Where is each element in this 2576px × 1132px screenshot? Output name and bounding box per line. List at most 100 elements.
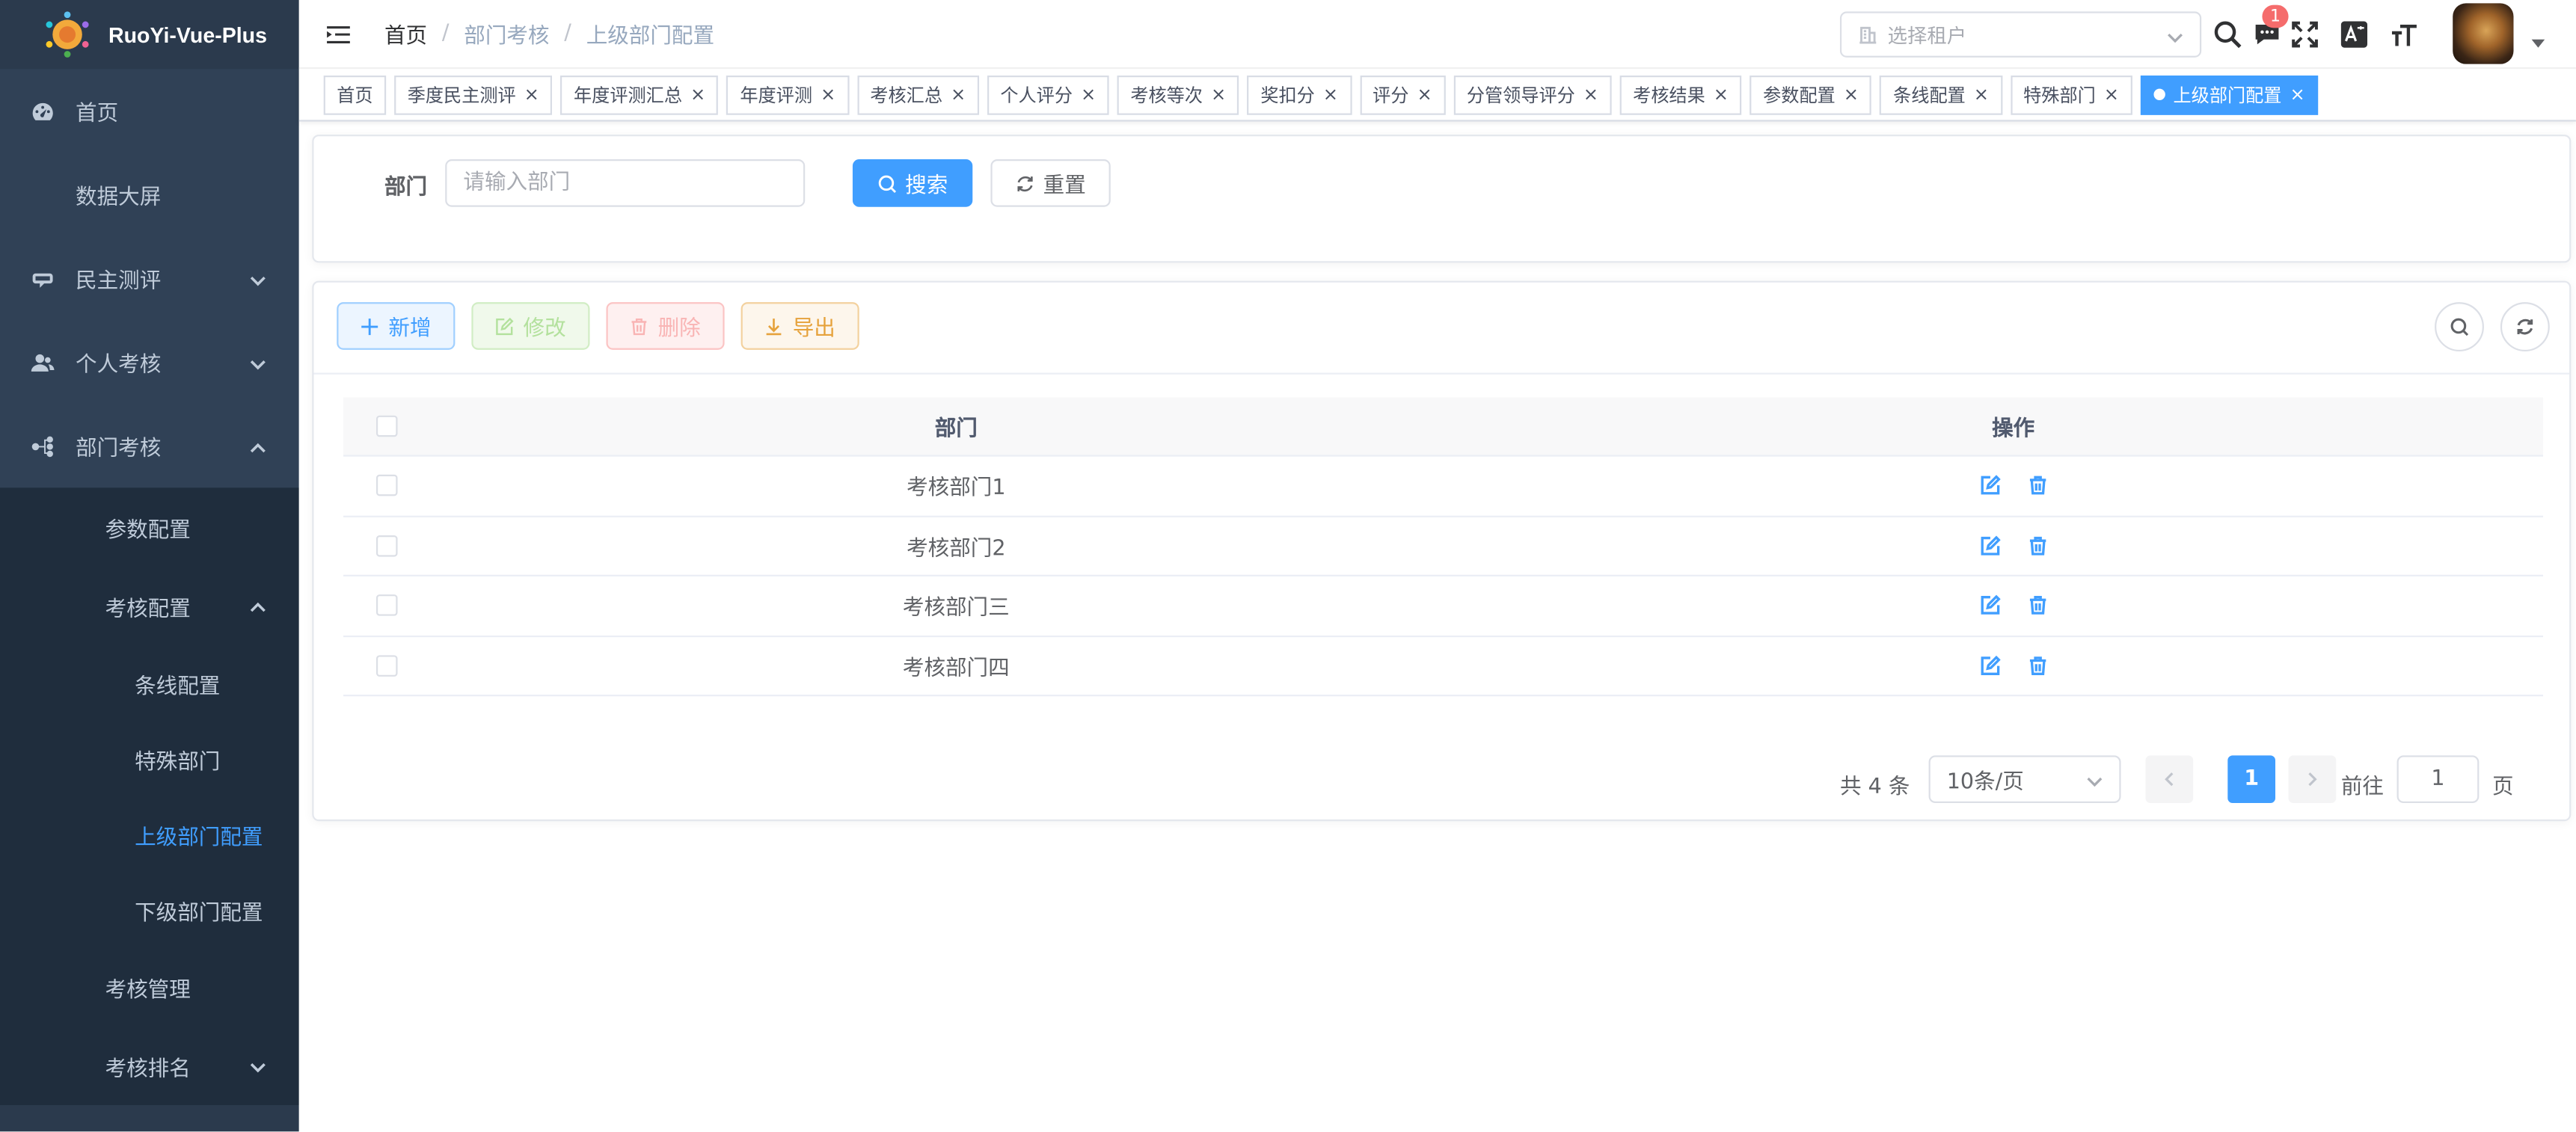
close-icon[interactable]: × [690,84,705,105]
font-size-icon[interactable] [2389,18,2422,51]
tag-item[interactable]: 首页 [323,74,387,114]
chevron-down-icon [2167,28,2183,44]
sidebar-item-label: 首页 [76,102,119,127]
dept-search-input[interactable] [445,159,806,207]
trash-icon[interactable] [2024,532,2050,559]
tag-item[interactable]: 评分 × [1359,74,1446,114]
search-button[interactable]: 搜索 [852,159,973,207]
sidebar-item-personal[interactable]: 个人考核 [0,320,299,404]
tag-item[interactable]: 年度评测 × [726,74,849,114]
row-select-cell [343,594,429,617]
page-size-value: 10条/页 [1946,770,2024,796]
edit-icon [497,316,515,335]
tag-item[interactable]: 奖扣分 × [1247,74,1352,114]
close-icon[interactable]: × [1323,84,1338,105]
tag-item[interactable]: 年度评测汇总 × [560,74,719,114]
sidebar-item-lower-dept[interactable]: 下级部门配置 [0,872,299,947]
sidebar-item-assess-rank[interactable]: 考核排名 [0,1027,299,1105]
sidebar-item-param-config[interactable]: 参数配置 [0,487,299,566]
edit-button[interactable]: 修改 [471,302,590,350]
table-row[interactable]: 考核部门三 [343,576,2544,637]
tag-item[interactable]: 参数配置 × [1749,74,1872,114]
close-icon[interactable]: × [951,84,966,105]
tag-item[interactable]: 特殊部门 × [2010,74,2132,114]
chevron-down-icon [2086,772,2103,788]
toggle-search-button[interactable] [2435,302,2484,352]
row-checkbox[interactable] [375,654,397,677]
sidebar-item-line-config[interactable]: 条线配置 [0,645,299,721]
fullscreen-icon[interactable] [2289,18,2322,51]
edit-icon[interactable] [1976,653,2002,679]
sidebar-item-home[interactable]: 首页 [0,69,299,153]
tag-item[interactable]: 条线配置 × [1880,74,2002,114]
tag-label: 考核汇总 [870,84,942,106]
row-checkbox[interactable] [375,535,397,557]
jump-page-input[interactable] [2396,755,2480,804]
edit-icon[interactable] [1976,473,2002,499]
tag-item[interactable]: 上级部门配置 × [2140,74,2319,114]
delete-button-label: 删除 [657,316,701,342]
tag-item[interactable]: 分管领导评分 × [1453,74,1612,114]
sidebar-item-dept[interactable]: 部门考核 [0,404,299,487]
dept-label: 部门 [384,176,428,200]
breadcrumb-item[interactable]: 首页 [384,18,427,49]
table-row[interactable]: 考核部门2 [343,517,2544,576]
sidebar-item-survey[interactable]: 民主测评 [0,236,299,320]
reset-button[interactable]: 重置 [990,159,1111,207]
close-icon[interactable]: × [1211,84,1226,105]
close-icon[interactable]: × [1417,84,1432,105]
close-icon[interactable]: × [1974,84,1989,105]
tag-item[interactable]: 考核等次 × [1117,74,1239,114]
add-button[interactable]: 新增 [337,302,456,350]
export-button[interactable]: 导出 [740,302,859,350]
edit-icon[interactable] [1976,592,2002,618]
search-icon[interactable] [2211,18,2244,51]
close-icon[interactable]: × [821,84,835,105]
select-all-checkbox[interactable] [375,415,397,437]
close-icon[interactable]: × [1714,84,1729,105]
tag-label: 上级部门配置 [2173,84,2282,106]
close-icon[interactable]: × [1844,84,1859,105]
table-card: 新增 修改 删除 导出 部门 操作 考核部门1 考核部门2 考核部门三 考核部门… [312,280,2572,822]
tenant-select[interactable]: 选择租户 [1839,11,2202,58]
refresh-button[interactable] [2500,302,2550,352]
sidebar-item-label: 数据大屏 [76,185,162,211]
table-row[interactable]: 考核部门四 [343,636,2544,697]
edit-icon[interactable] [1976,532,2002,559]
tag-item[interactable]: 个人评分 × [987,74,1109,114]
page-number-current[interactable]: 1 [2227,755,2276,804]
trash-icon[interactable] [2024,592,2050,618]
sidebar-item-assess-config[interactable]: 考核配置 [0,567,299,645]
page-size-select[interactable]: 10条/页 [1928,755,2121,804]
row-checkbox[interactable] [375,475,397,496]
delete-button[interactable]: 删除 [606,302,725,350]
navbar: 首页 / 部门考核 / 上级部门配置 选择租户 1 [298,0,2576,70]
sidebar-item-assess-manage[interactable]: 考核管理 [0,947,299,1026]
prev-page-button[interactable] [2145,755,2194,804]
tag-label: 奖扣分 [1260,84,1315,106]
trash-icon[interactable] [2024,653,2050,679]
search-button-label: 搜索 [905,173,948,199]
logo[interactable]: RuoYi-Vue-Plus [0,0,299,70]
table-row[interactable]: 考核部门1 [343,457,2544,517]
sidebar-item-special-dept[interactable]: 特殊部门 [0,721,299,796]
next-page-button[interactable] [2288,755,2337,804]
trash-icon[interactable] [2024,473,2050,499]
close-icon[interactable]: × [524,84,539,105]
close-icon[interactable]: × [1081,84,1096,105]
avatar[interactable] [2453,3,2514,64]
hamburger-icon[interactable] [322,17,355,50]
close-icon[interactable]: × [1583,84,1598,105]
breadcrumb-separator: / [564,21,571,46]
caret-down-icon[interactable] [2530,26,2546,48]
table-header: 部门 操作 [343,397,2544,457]
language-icon[interactable] [2337,18,2370,51]
sidebar-item-upper-dept[interactable]: 上级部门配置 [0,796,299,872]
close-icon[interactable]: × [2290,84,2304,105]
close-icon[interactable]: × [2104,84,2119,105]
row-checkbox[interactable] [375,594,397,617]
sidebar-item-data-screen[interactable]: 数据大屏 [0,153,299,236]
tag-item[interactable]: 考核结果 × [1619,74,1742,114]
tag-item[interactable]: 考核汇总 × [856,74,979,114]
tag-item[interactable]: 季度民主测评 × [394,74,553,114]
